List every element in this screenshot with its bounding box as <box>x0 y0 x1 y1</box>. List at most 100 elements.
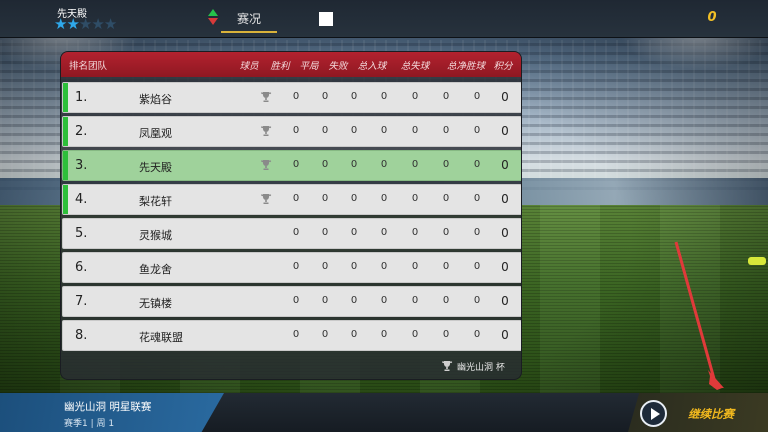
star-icon: ★ <box>54 15 67 33</box>
standings-row[interactable]: 4. 梨花轩 0 0 0 0 0 0 0 0 <box>62 184 521 215</box>
club-rating-stars: ★★★★★ <box>54 15 117 33</box>
col-draws: 平局 <box>299 61 319 72</box>
row-stat-ga: 0 <box>411 227 419 238</box>
side-badge <box>748 257 766 265</box>
row-stat-losses: 0 <box>350 227 358 238</box>
col-losses: 失败 <box>328 61 348 72</box>
row-stat-gf: 0 <box>380 329 388 340</box>
row-stat-gf: 0 <box>380 295 388 306</box>
row-points: 0 <box>501 192 509 206</box>
row-stat-draws: 0 <box>321 295 329 306</box>
row-rank: 8. <box>75 328 88 343</box>
tab-switch-arrows-icon[interactable] <box>208 9 218 27</box>
row-stat-gf: 0 <box>380 193 388 204</box>
row-points: 0 <box>501 158 509 172</box>
row-rank: 7. <box>75 294 88 309</box>
row-stat-losses: 0 <box>350 295 358 306</box>
row-rank: 3. <box>75 158 88 173</box>
star-icon: ★ <box>66 15 79 33</box>
row-stat-gd: 0 <box>442 159 450 170</box>
continue-match-button[interactable]: 继续比赛 <box>688 406 734 422</box>
standings-row[interactable]: 8. 花魂联盟 0 0 0 0 0 0 0 0 <box>62 320 521 351</box>
star-icon: ★ <box>103 15 117 33</box>
row-stat-gd: 0 <box>442 261 450 272</box>
trophy-icon <box>260 91 272 103</box>
row-stat-wins: 0 <box>292 91 300 102</box>
row-stat-net: 0 <box>473 295 481 306</box>
row-points: 0 <box>501 90 509 104</box>
cup-trophy-icon <box>441 360 453 372</box>
row-stat-net: 0 <box>473 159 481 170</box>
row-points: 0 <box>501 294 509 308</box>
row-stat-ga: 0 <box>411 159 419 170</box>
row-stat-net: 0 <box>473 125 481 136</box>
row-stat-losses: 0 <box>350 91 358 102</box>
trophy-icon <box>260 125 272 137</box>
row-stat-draws: 0 <box>321 125 329 136</box>
standings-row[interactable]: 3. 先天殿 0 0 0 0 0 0 0 0 <box>62 150 521 181</box>
row-stat-draws: 0 <box>321 261 329 272</box>
row-stat-wins: 0 <box>292 125 300 136</box>
stop-square-icon[interactable] <box>319 12 333 26</box>
standings-header: 排名团队 球员 胜利 平局 失败 总入球 总失球 总净胜球 积分 <box>61 52 521 77</box>
row-stat-net: 0 <box>473 261 481 272</box>
league-name: 幽光山洞 明星联赛 <box>64 401 152 413</box>
row-stat-ga: 0 <box>411 295 419 306</box>
row-team-name: 花魂联盟 <box>139 331 183 344</box>
row-stat-wins: 0 <box>292 261 300 272</box>
row-team-name: 梨花轩 <box>139 195 172 208</box>
standings-row[interactable]: 7. 无镇楼 0 0 0 0 0 0 0 0 <box>62 286 521 317</box>
row-rank: 6. <box>75 260 88 275</box>
row-stat-ga: 0 <box>411 125 419 136</box>
standings-row[interactable]: 2. 凤凰观 0 0 0 0 0 0 0 0 <box>62 116 521 147</box>
row-stat-draws: 0 <box>321 227 329 238</box>
row-stat-ga: 0 <box>411 261 419 272</box>
col-player: 球员 <box>239 61 259 72</box>
star-icon: ★ <box>78 15 92 33</box>
row-team-name: 凤凰观 <box>139 127 172 140</box>
row-stat-wins: 0 <box>292 329 300 340</box>
trophy-icon <box>260 159 272 171</box>
row-stat-gf: 0 <box>380 125 388 136</box>
cup-name: 幽光山洞 杯 <box>457 363 505 373</box>
row-stat-gf: 0 <box>380 227 388 238</box>
row-stat-draws: 0 <box>321 329 329 340</box>
row-stat-losses: 0 <box>350 329 358 340</box>
star-icon: ★ <box>91 15 104 33</box>
row-stat-gd: 0 <box>442 91 450 102</box>
row-points: 0 <box>501 226 509 240</box>
top-bar: 先天殿 ★★★★★ 赛况 0 <box>0 0 768 38</box>
tab-standings[interactable]: 赛况 <box>221 8 277 33</box>
row-stat-gf: 0 <box>380 159 388 170</box>
row-stat-losses: 0 <box>350 159 358 170</box>
play-button-icon[interactable] <box>640 400 667 427</box>
row-stat-gd: 0 <box>442 295 450 306</box>
row-stat-losses: 0 <box>350 125 358 136</box>
standings-row[interactable]: 6. 鱼龙舍 0 0 0 0 0 0 0 0 <box>62 252 521 283</box>
trophy-icon <box>260 193 272 205</box>
row-team-name: 无镇楼 <box>139 297 172 310</box>
standings-row[interactable]: 5. 灵猴城 0 0 0 0 0 0 0 0 <box>62 218 521 249</box>
row-stat-gd: 0 <box>442 227 450 238</box>
row-stat-gd: 0 <box>442 329 450 340</box>
row-rank: 5. <box>75 226 88 241</box>
row-points: 0 <box>501 260 509 274</box>
row-stat-net: 0 <box>473 91 481 102</box>
row-team-name: 鱼龙舍 <box>139 263 172 276</box>
row-stat-wins: 0 <box>292 159 300 170</box>
row-points: 0 <box>501 124 509 138</box>
standings-row[interactable]: 1. 紫焰谷 0 0 0 0 0 0 0 0 <box>62 82 521 113</box>
row-accent-bar <box>63 151 68 180</box>
arrow-down-icon <box>208 18 218 25</box>
row-stat-wins: 0 <box>292 193 300 204</box>
row-stat-draws: 0 <box>321 159 329 170</box>
col-rank-team: 排名团队 <box>69 61 108 72</box>
row-accent-bar <box>63 117 68 146</box>
col-points: 积分 <box>493 61 513 72</box>
row-stat-net: 0 <box>473 227 481 238</box>
season-week: 赛季1 | 周 1 <box>64 419 115 429</box>
currency-amount: 0 <box>707 10 717 25</box>
row-stat-losses: 0 <box>350 261 358 272</box>
col-goal-diff: 总净胜球 <box>446 61 485 72</box>
row-stat-gf: 0 <box>380 261 388 272</box>
